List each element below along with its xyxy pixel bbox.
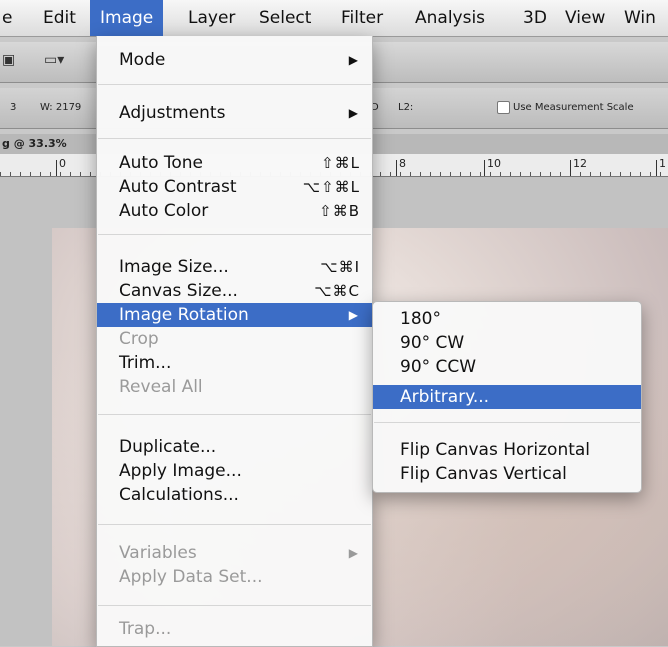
menubar-item-select[interactable]: Select: [259, 0, 311, 36]
menubar-item-analysis[interactable]: Analysis: [415, 0, 485, 36]
menu-item-image-size[interactable]: Image Size... ⌥⌘I: [97, 255, 372, 279]
menu-item-label: Auto Color: [119, 201, 209, 221]
menu-item-flip-vertical[interactable]: Flip Canvas Vertical: [373, 462, 641, 486]
menu-item-shortcut: ⌥⌘C: [314, 282, 360, 300]
launch-bridge-icon[interactable]: ▣: [2, 52, 15, 70]
menu-item-variables: Variables ▶: [97, 541, 372, 565]
menubar-item-window[interactable]: Win: [624, 0, 656, 36]
menubar-item-image[interactable]: Image: [90, 0, 164, 36]
menu-item-label: 90° CCW: [400, 357, 477, 377]
menu-item-reveal-all: Reveal All: [97, 375, 372, 399]
ruler-label: 8: [399, 157, 406, 170]
menu-item-label: Reveal All: [119, 377, 203, 397]
menu-item-apply-image[interactable]: Apply Image...: [97, 459, 372, 483]
menu-item-label: Flip Canvas Horizontal: [400, 440, 591, 460]
menu-separator: [98, 524, 371, 525]
measurement-scale-label: Use Measurement Scale: [513, 102, 634, 113]
menu-item-trap: Trap...: [97, 617, 372, 641]
menu-item-apply-data-set: Apply Data Set...: [97, 565, 372, 589]
menu-item-label: Variables: [119, 543, 197, 563]
menubar-item-partial[interactable]: e: [2, 0, 12, 36]
zoom-field[interactable]: 3: [10, 102, 16, 113]
menu-item-shortcut: ⌥⇧⌘L: [302, 178, 360, 196]
menu-item-auto-contrast[interactable]: Auto Contrast ⌥⇧⌘L: [97, 175, 372, 199]
menu-item-label: Adjustments: [119, 103, 226, 123]
menu-item-label: Mode: [119, 50, 166, 70]
menu-separator: [98, 138, 371, 139]
ruler-tick: [56, 160, 57, 176]
menu-item-duplicate[interactable]: Duplicate...: [97, 435, 372, 459]
menu-separator: [98, 84, 371, 85]
menu-bar: e Edit Image Layer Select Filter Analysi…: [0, 0, 668, 37]
menu-item-crop: Crop: [97, 327, 372, 351]
document-tab-label: g @ 33.3%: [2, 137, 67, 150]
menu-item-auto-tone[interactable]: Auto Tone ⇧⌘L: [97, 151, 372, 175]
menubar-item-filter[interactable]: Filter: [341, 0, 383, 36]
menu-separator: [374, 422, 640, 423]
menu-item-label: Trap...: [119, 619, 172, 639]
menu-item-label: Arbitrary...: [400, 387, 490, 407]
menu-item-image-rotation[interactable]: Image Rotation ▶: [97, 303, 372, 327]
menu-item-label: Crop: [119, 329, 159, 349]
menubar-item-view[interactable]: View: [565, 0, 605, 36]
ruler-tick: [656, 160, 657, 176]
menu-item-rotate-90-cw[interactable]: 90° CW: [373, 331, 641, 355]
menu-item-label: 90° CW: [400, 333, 465, 353]
menu-item-label: Apply Data Set...: [119, 567, 263, 587]
menubar-item-3d[interactable]: 3D: [523, 0, 547, 36]
menu-item-label: Image Size...: [119, 257, 229, 277]
ruler-label: 10: [487, 157, 501, 170]
measurement-scale-checkbox[interactable]: [497, 101, 510, 114]
menu-item-label: Image Rotation: [119, 305, 249, 325]
ruler-label: 0: [59, 157, 66, 170]
menu-item-shortcut: ⇧⌘L: [321, 154, 360, 172]
submenu-arrow-icon: ▶: [348, 546, 358, 560]
ruler-tick: [570, 160, 571, 176]
menu-item-label: Flip Canvas Vertical: [400, 464, 567, 484]
menu-item-shortcut: ⌥⌘I: [320, 258, 360, 276]
menu-item-adjustments[interactable]: Adjustments ▶: [97, 101, 372, 125]
image-menu: Mode ▶ Adjustments ▶ Auto Tone ⇧⌘L Auto …: [96, 36, 373, 647]
menu-item-label: Auto Tone: [119, 153, 204, 173]
ruler-label: 12: [573, 157, 587, 170]
menu-item-label: Apply Image...: [119, 461, 242, 481]
view-extras-icon[interactable]: ▭▾: [44, 52, 64, 70]
menu-item-flip-horizontal[interactable]: Flip Canvas Horizontal: [373, 438, 641, 462]
menu-item-mode[interactable]: Mode ▶: [97, 48, 372, 72]
submenu-arrow-icon: ▶: [348, 53, 358, 67]
menubar-item-layer[interactable]: Layer: [188, 0, 235, 36]
submenu-arrow-icon: ▶: [348, 106, 358, 120]
menu-item-label: Auto Contrast: [119, 177, 237, 197]
l2-readout: L2:: [398, 102, 414, 113]
menu-item-calculations[interactable]: Calculations...: [97, 483, 372, 507]
ruler-tick: [396, 160, 397, 176]
menu-item-trim[interactable]: Trim...: [97, 351, 372, 375]
image-rotation-submenu: 180° 90° CW 90° CCW Arbitrary... Flip Ca…: [372, 301, 642, 493]
ruler-label: 1: [659, 157, 666, 170]
menu-item-label: Canvas Size...: [119, 281, 238, 301]
menu-item-rotate-90-ccw[interactable]: 90° CCW: [373, 355, 641, 379]
menu-item-label: Trim...: [119, 353, 172, 373]
menu-separator: [98, 414, 371, 415]
submenu-arrow-icon: ▶: [348, 308, 358, 322]
ruler-tick: [484, 160, 485, 176]
menu-item-shortcut: ⇧⌘B: [319, 202, 360, 220]
menu-separator: [98, 605, 371, 606]
menu-item-label: 180°: [400, 309, 441, 329]
menu-item-rotate-180[interactable]: 180°: [373, 307, 641, 331]
width-readout: W: 2179: [40, 102, 82, 113]
menu-item-canvas-size[interactable]: Canvas Size... ⌥⌘C: [97, 279, 372, 303]
menubar-item-edit[interactable]: Edit: [43, 0, 76, 36]
menu-item-auto-color[interactable]: Auto Color ⇧⌘B: [97, 199, 372, 223]
menu-item-label: Duplicate...: [119, 437, 217, 457]
menu-separator: [98, 234, 371, 235]
menu-item-label: Calculations...: [119, 485, 239, 505]
menu-item-rotate-arbitrary[interactable]: Arbitrary...: [373, 385, 641, 409]
